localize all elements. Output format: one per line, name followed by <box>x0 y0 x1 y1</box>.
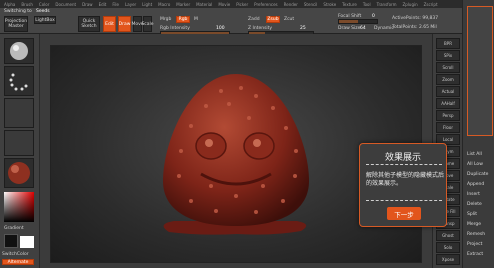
tool-button-scroll[interactable]: Scroll <box>436 62 460 73</box>
menu-item-layer[interactable]: Layer <box>125 2 136 7</box>
dots-stroke-icon <box>9 73 28 91</box>
tool-button-persp[interactable]: Persp <box>436 110 460 121</box>
material-selector[interactable] <box>4 158 34 188</box>
tool-button-ghost[interactable]: Ghost <box>436 230 460 241</box>
switch-color-label[interactable]: SwitchColor <box>2 252 29 257</box>
menu-item-stroke[interactable]: Stroke <box>323 2 336 7</box>
tool-button-spix[interactable]: SPix <box>436 50 460 61</box>
subtool-list-all-button[interactable]: List All <box>467 152 493 157</box>
menu-item-marker[interactable]: Marker <box>176 2 190 7</box>
menu-item-draw[interactable]: Draw <box>82 2 92 7</box>
menu-item-light[interactable]: Light <box>142 2 152 7</box>
menu-item-document[interactable]: Document <box>55 2 76 7</box>
menu-item-macro[interactable]: Macro <box>158 2 170 7</box>
subtool-delete-button[interactable]: Delete <box>467 202 493 207</box>
switch-label: Switching to <box>4 9 32 14</box>
subtool-panel: List All All Low Duplicate Append Insert Dele… <box>462 0 494 268</box>
secondary-color-swatch[interactable] <box>20 236 34 248</box>
zcut-label[interactable]: Zcut <box>284 17 294 22</box>
menu-item-texture[interactable]: Texture <box>342 2 357 7</box>
projection-master-button[interactable]: Projection Master <box>4 16 28 32</box>
texture-selector[interactable] <box>4 130 34 156</box>
focal-shift-slider[interactable] <box>338 19 378 24</box>
alpha-selector[interactable] <box>4 98 34 128</box>
rgb-toggle[interactable]: Rgb <box>176 16 190 23</box>
menu-item-stencil[interactable]: Stencil <box>304 2 318 7</box>
main-color-swatch[interactable] <box>4 234 18 248</box>
menu-bar: Alpha Brush Color Document Draw Edit File Layer… <box>0 0 494 8</box>
popup-body: 解除其他子模型的隐藏模式后的效果展示。 <box>366 172 445 187</box>
subtool-append-button[interactable]: Append <box>467 182 493 187</box>
draw-button[interactable]: Draw <box>118 16 131 32</box>
menu-item-file[interactable]: File <box>112 2 119 7</box>
draw-size-value: 64 <box>360 26 366 31</box>
popup-divider-bottom <box>366 200 442 201</box>
seeds-label: Seeds <box>36 9 50 14</box>
brush-selector[interactable] <box>4 38 34 64</box>
menu-item-preferences[interactable]: Preferences <box>254 2 278 7</box>
active-points: ActivePoints: 99,837 <box>392 16 439 21</box>
menu-item-render[interactable]: Render <box>284 2 298 7</box>
menu-item-alpha[interactable]: Alpha <box>4 2 15 7</box>
tool-button-zoom[interactable]: Zoom <box>436 74 460 85</box>
left-shelf: Gradient SwitchColor Alternate <box>0 34 40 268</box>
subtool-list[interactable] <box>467 6 493 136</box>
gradient-label[interactable]: Gradient <box>4 226 24 231</box>
tool-button-floor[interactable]: Floor <box>436 122 460 133</box>
total-points: TotalPoints: 2.65 Mil <box>392 25 437 30</box>
tool-button-actual[interactable]: Actual <box>436 86 460 97</box>
mrgb-label[interactable]: Mrgb <box>160 17 171 22</box>
tool-button-bpr[interactable]: BPR <box>436 38 460 49</box>
menu-item-material[interactable]: Material <box>196 2 212 7</box>
m-label[interactable]: M <box>194 17 198 22</box>
tutorial-popup: 效果展示 解除其他子模型的隐藏模式后的效果展示。 下一步 <box>359 143 447 227</box>
material-sphere-icon <box>8 162 30 184</box>
menu-item-picker[interactable]: Picker <box>236 2 248 7</box>
subtool-duplicate-button[interactable]: Duplicate <box>467 172 493 177</box>
menu-item-movie[interactable]: Movie <box>218 2 230 7</box>
zadd-label[interactable]: Zadd <box>248 17 260 22</box>
edit-button[interactable]: Edit <box>103 16 116 32</box>
scale-button[interactable]: Scale <box>141 16 154 32</box>
tool-button-xpose[interactable]: Xpose <box>436 254 460 265</box>
menu-item-brush[interactable]: Brush <box>21 2 33 7</box>
brush-sphere-icon <box>10 42 28 60</box>
subtool-all-low-button[interactable]: All Low <box>467 162 493 167</box>
tool-button-aahalf[interactable]: AAHalf <box>436 98 460 109</box>
subtool-extract-button[interactable]: Extract <box>467 252 493 257</box>
next-step-button[interactable]: 下一步 <box>387 207 421 220</box>
menu-item-transform[interactable]: Transform <box>377 2 397 7</box>
draw-size-label: Draw Size <box>338 26 361 31</box>
menu-item-edit[interactable]: Edit <box>99 2 107 7</box>
zsub-toggle[interactable]: Zsub <box>266 16 280 23</box>
subtool-project-button[interactable]: Project <box>467 242 493 247</box>
subtool-merge-button[interactable]: Merge <box>467 222 493 227</box>
alternate-button[interactable]: Alternate <box>2 259 34 265</box>
subtool-insert-button[interactable]: Insert <box>467 192 493 197</box>
dynamic-label[interactable]: Dynamic <box>374 26 394 31</box>
color-picker[interactable] <box>4 192 34 222</box>
popup-divider-top <box>366 164 442 165</box>
menu-item-zscript[interactable]: Zscript <box>424 2 438 7</box>
lightbox-button[interactable]: LightBox <box>34 16 56 24</box>
menu-item-zplugin[interactable]: Zplugin <box>403 2 418 7</box>
menu-item-tool[interactable]: Tool <box>363 2 371 7</box>
subtool-remesh-button[interactable]: Remesh <box>467 232 493 237</box>
popup-title: 效果展示 <box>384 153 421 163</box>
top-shelf: Switching to Seeds Projection Master Lig… <box>0 8 494 36</box>
menu-item-color[interactable]: Color <box>39 2 49 7</box>
stroke-selector[interactable] <box>4 66 34 96</box>
quick-sketch-button[interactable]: Quick Sketch <box>78 16 100 32</box>
tool-button-solo[interactable]: Solo <box>436 242 460 253</box>
subtool-split-button[interactable]: Split <box>467 212 493 217</box>
